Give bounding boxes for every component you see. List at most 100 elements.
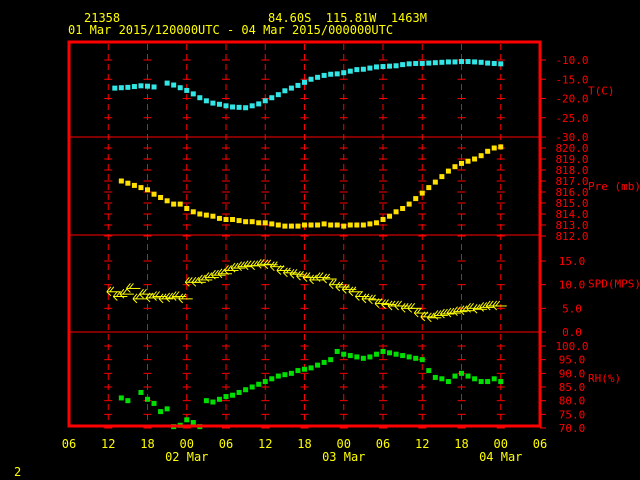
data-point [472, 376, 478, 382]
wind-barb-flag [158, 298, 164, 304]
data-point [380, 348, 386, 354]
data-point [236, 218, 242, 224]
wind-barb-flag [289, 273, 295, 279]
data-point [302, 222, 307, 228]
panel-label: SPD(MPS) [588, 278, 640, 291]
data-point [373, 220, 379, 226]
x-tick-label: 12 [415, 437, 429, 451]
wind-barb-flag [348, 291, 354, 297]
data-point [151, 84, 157, 90]
panel-label: RH(%) [588, 372, 621, 385]
data-point [360, 222, 366, 228]
data-point [400, 353, 406, 359]
data-point [387, 63, 393, 69]
data-point [360, 355, 366, 361]
data-point [275, 373, 281, 379]
data-point [131, 182, 137, 188]
data-point [164, 406, 170, 412]
data-point [485, 379, 491, 385]
data-point [334, 71, 340, 77]
data-point [256, 381, 262, 387]
data-point [439, 59, 445, 65]
data-point [243, 387, 249, 393]
data-point [393, 209, 399, 215]
y-tick-label: 100.0 [555, 340, 588, 353]
wind-barb-flag [328, 284, 334, 290]
data-point [249, 219, 255, 225]
x-tick-label: 06 [533, 437, 547, 451]
data-point [138, 83, 144, 89]
data-point [413, 355, 419, 361]
wind-barb [361, 293, 376, 304]
wind-barb-flag [178, 298, 184, 304]
data-point [118, 395, 124, 401]
data-point [328, 357, 334, 363]
y-tick-label: -25.0 [555, 112, 588, 125]
data-point [223, 394, 229, 400]
x-tick-label: 00 [180, 437, 194, 451]
data-point [230, 217, 236, 222]
x-tick-label: 18 [297, 437, 311, 451]
y-tick-label: -20.0 [555, 93, 588, 106]
data-point [288, 223, 294, 229]
x-tick-label: 00 [494, 437, 508, 451]
y-tick-label: 80.0 [559, 395, 586, 408]
wind-barb-flag [145, 297, 151, 303]
data-point [321, 221, 327, 227]
data-point [432, 374, 438, 380]
data-point [347, 68, 353, 74]
data-point [197, 211, 203, 217]
wind-barb-flag [374, 303, 380, 308]
x-tick-label: 06 [219, 437, 233, 451]
data-point [256, 101, 262, 107]
data-point [334, 348, 340, 354]
data-point [308, 222, 314, 228]
data-point [269, 376, 275, 382]
wind-barb [381, 299, 396, 309]
wind-barb-flag [341, 289, 347, 294]
wind-barb-flag [426, 317, 432, 323]
data-point [354, 67, 360, 73]
wind-barb-flag [139, 293, 144, 299]
data-point [373, 351, 379, 357]
data-point [459, 370, 464, 376]
data-point [197, 95, 203, 101]
data-point [262, 98, 268, 104]
data-point [295, 368, 301, 374]
data-point [184, 417, 190, 423]
data-point [485, 148, 491, 154]
data-point [373, 64, 379, 70]
x-tick-label: 06 [376, 437, 390, 451]
data-point [413, 60, 419, 66]
data-point [406, 201, 412, 207]
data-point [190, 420, 196, 426]
y-tick-label: 15.0 [559, 255, 586, 268]
data-point [498, 379, 504, 385]
data-point [315, 222, 321, 228]
data-point [216, 396, 222, 402]
data-point [419, 60, 425, 66]
data-point [393, 63, 399, 69]
data-point [151, 191, 157, 197]
wind-barb [283, 267, 298, 278]
data-point [112, 85, 118, 91]
data-point [171, 82, 177, 88]
data-point [118, 178, 124, 184]
data-point [419, 357, 425, 363]
data-point [334, 222, 340, 228]
wind-barb-flag [387, 305, 393, 311]
wind-barb-flag [296, 275, 301, 281]
y-tick-label: 85.0 [559, 381, 586, 394]
data-point [387, 350, 393, 356]
wind-barb-flag [106, 291, 112, 297]
data-point [498, 144, 504, 150]
wind-barb-flag [413, 312, 419, 318]
data-point [275, 222, 281, 228]
data-point [406, 354, 412, 360]
data-point [125, 398, 131, 404]
data-point [321, 72, 327, 78]
data-point [328, 71, 334, 77]
data-point [236, 104, 242, 110]
data-point [223, 103, 229, 109]
wind-barb-flag [355, 296, 360, 301]
